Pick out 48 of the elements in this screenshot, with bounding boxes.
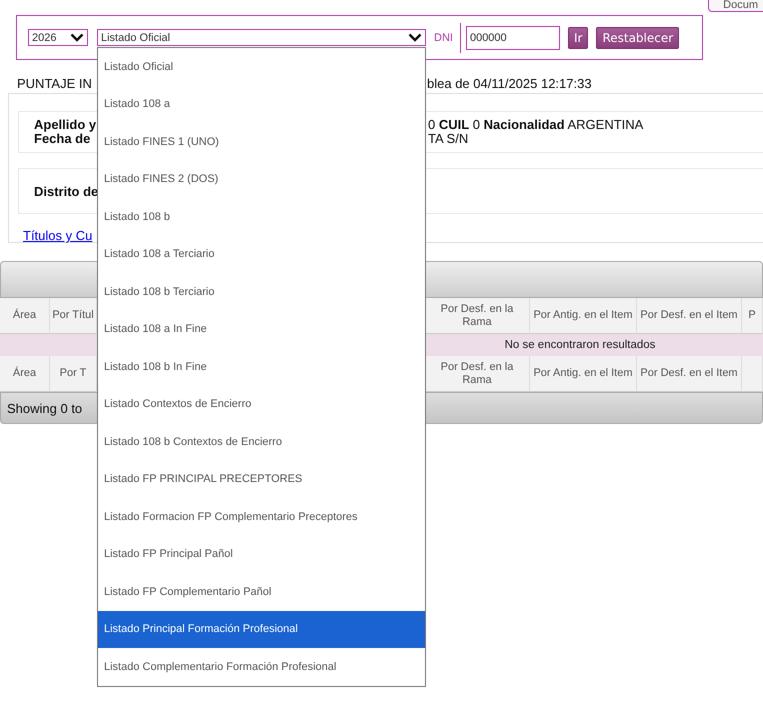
dropdown-option[interactable]: Listado Oficial	[98, 48, 425, 86]
dropdown-option[interactable]: Listado Contextos de Encierro	[98, 386, 425, 423]
dropdown-option[interactable]: Listado 108 b Contextos de Encierro	[98, 423, 425, 460]
reset-button[interactable]: Restablecer	[596, 26, 680, 48]
dropdown-option[interactable]: Listado FINES 2 (DOS)	[98, 160, 425, 198]
dropdown-option[interactable]: Listado FP Complementario Pañol	[98, 573, 425, 610]
footer-header: Por Desf. en el Item	[637, 356, 742, 392]
footer-header: Por Antig. en el Item	[530, 356, 637, 392]
dni-input[interactable]: 000000	[466, 26, 560, 50]
caret-icon	[408, 33, 422, 42]
column-header: Área	[0, 298, 50, 334]
dropdown-option[interactable]: Listado Principal Formación Profesional	[98, 610, 425, 648]
dropdown-option[interactable]: Listado FP PRINCIPAL PRECEPTORES	[98, 460, 425, 498]
field-label: Fecha de	[34, 132, 90, 146]
dropdown-option[interactable]: Listado 108 a In Fine	[98, 310, 425, 348]
dropdown-option[interactable]: Listado 108 a Terciario	[98, 236, 425, 273]
field-label: Apellido y	[34, 118, 98, 132]
caret-icon	[70, 33, 84, 42]
dropdown-option[interactable]: Listado 108 b	[98, 198, 425, 236]
section-title: blea de 04/11/2025 12:17:33	[427, 76, 593, 90]
dropdown-option[interactable]: Listado Formacion FP Complementario Preceptores	[98, 498, 425, 536]
dropdown-option[interactable]: Listado 108 b Terciario	[98, 273, 425, 310]
footer-header	[742, 356, 763, 392]
column-header: Por Antig. en el Item	[530, 298, 637, 334]
titles-link[interactable]: Títulos y Cu	[23, 228, 92, 243]
dropdown-option[interactable]: Listado FINES 1 (UNO)	[98, 123, 425, 160]
empty-message: No se encontraron resultados	[504, 338, 656, 353]
column-header: Por Desf. en la Rama	[425, 298, 530, 334]
section-title: PUNTAJE IN	[16, 76, 93, 90]
footer-header: Por T	[50, 356, 97, 392]
dropdown-option[interactable]: Listado Complementario Formación Profesional	[98, 648, 425, 686]
footer-header: Por Desf. en la Rama	[425, 356, 530, 392]
status-text: Showing 0 to	[7, 400, 82, 416]
dropdown-option[interactable]: Listado 108 b In Fine	[98, 348, 425, 386]
field-text: 0 CUIL 0 Nacionalidad ARGENTINA	[428, 118, 644, 132]
column-header: Por Títul	[50, 298, 97, 334]
column-header: Por Desf. en el Item	[637, 298, 742, 334]
year-select[interactable]: 2026	[28, 29, 88, 46]
documents-tab[interactable]: Docum	[708, 0, 763, 12]
field-text: TA S/N	[428, 132, 470, 146]
go-button[interactable]: Ir	[568, 26, 588, 48]
dropdown-option[interactable]: Listado FP Principal Pañol	[98, 536, 425, 573]
field-label: Distrito de	[34, 184, 98, 198]
dni-label: DNI	[434, 32, 453, 44]
dropdown-option[interactable]: Listado 108 a	[98, 86, 425, 123]
footer-header: Área	[0, 356, 50, 392]
column-header: P	[742, 298, 763, 334]
listado-select[interactable]: Listado Oficial	[97, 29, 426, 46]
